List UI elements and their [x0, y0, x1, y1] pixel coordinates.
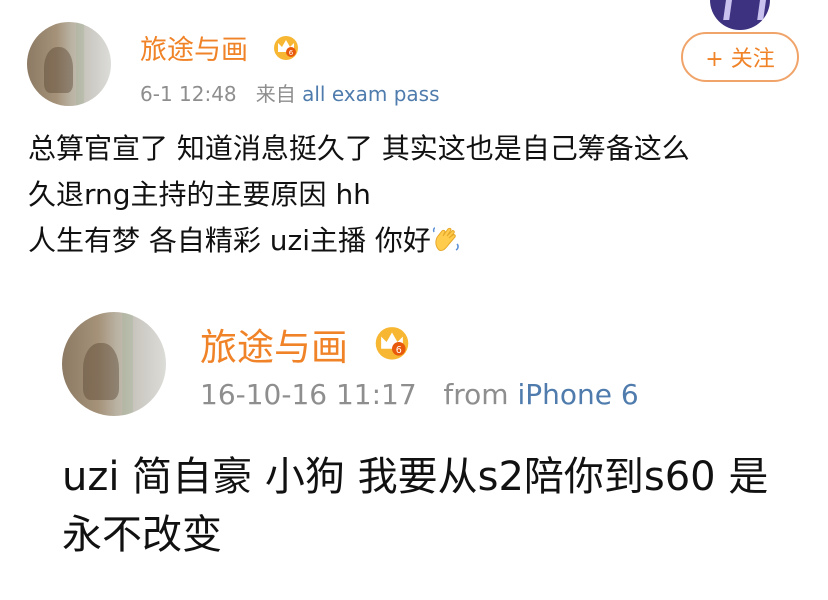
svg-text:6: 6	[289, 49, 294, 57]
quoted-timestamp: 16-10-16 11:17	[200, 378, 417, 411]
post-source-link[interactable]: all exam pass	[302, 82, 439, 106]
post-line: 总算官宣了 知道消息挺久了 其实这也是自己筹备这么	[28, 132, 690, 165]
quoted-avatar[interactable]	[62, 312, 166, 416]
waving-hand-icon	[432, 227, 459, 251]
post-meta: 6-1 12:48 来自 all exam pass	[140, 78, 440, 107]
avatar[interactable]	[27, 22, 111, 106]
svg-text:6: 6	[396, 345, 402, 356]
post-line: 人生有梦 各自精彩 uzi主播 你好	[28, 224, 431, 257]
quoted-username[interactable]: 旅途与画	[200, 317, 348, 371]
quoted-post-body: uzi 简自豪 小狗 我要从s2陪你到s60 是 永不改变	[62, 448, 768, 564]
post-line-with-emoji: 人生有梦 各自精彩 uzi主播 你好	[28, 218, 690, 264]
avatar-partial[interactable]	[710, 0, 770, 30]
crown-icon: 6	[274, 36, 298, 60]
quoted-post-meta: 16-10-16 11:17 from iPhone 6	[200, 378, 639, 411]
quoted-source-link[interactable]: iPhone 6	[517, 378, 638, 411]
post-line: 久退rng主持的主要原因 hh	[28, 178, 371, 211]
crown-icon: 6	[375, 327, 409, 360]
quoted-post-line: uzi 简自豪 小狗 我要从s2陪你到s60 是	[62, 454, 769, 500]
follow-button[interactable]: + 关注	[681, 32, 799, 82]
post-timestamp: 6-1 12:48	[140, 82, 237, 106]
quoted-source-prefix: from	[443, 378, 509, 411]
source-prefix: 来自	[255, 82, 296, 106]
post-body: 总算官宣了 知道消息挺久了 其实这也是自己筹备这么 久退rng主持的主要原因 h…	[28, 126, 690, 264]
quoted-post-line: 永不改变	[62, 512, 222, 558]
username[interactable]: 旅途与画	[140, 28, 248, 67]
